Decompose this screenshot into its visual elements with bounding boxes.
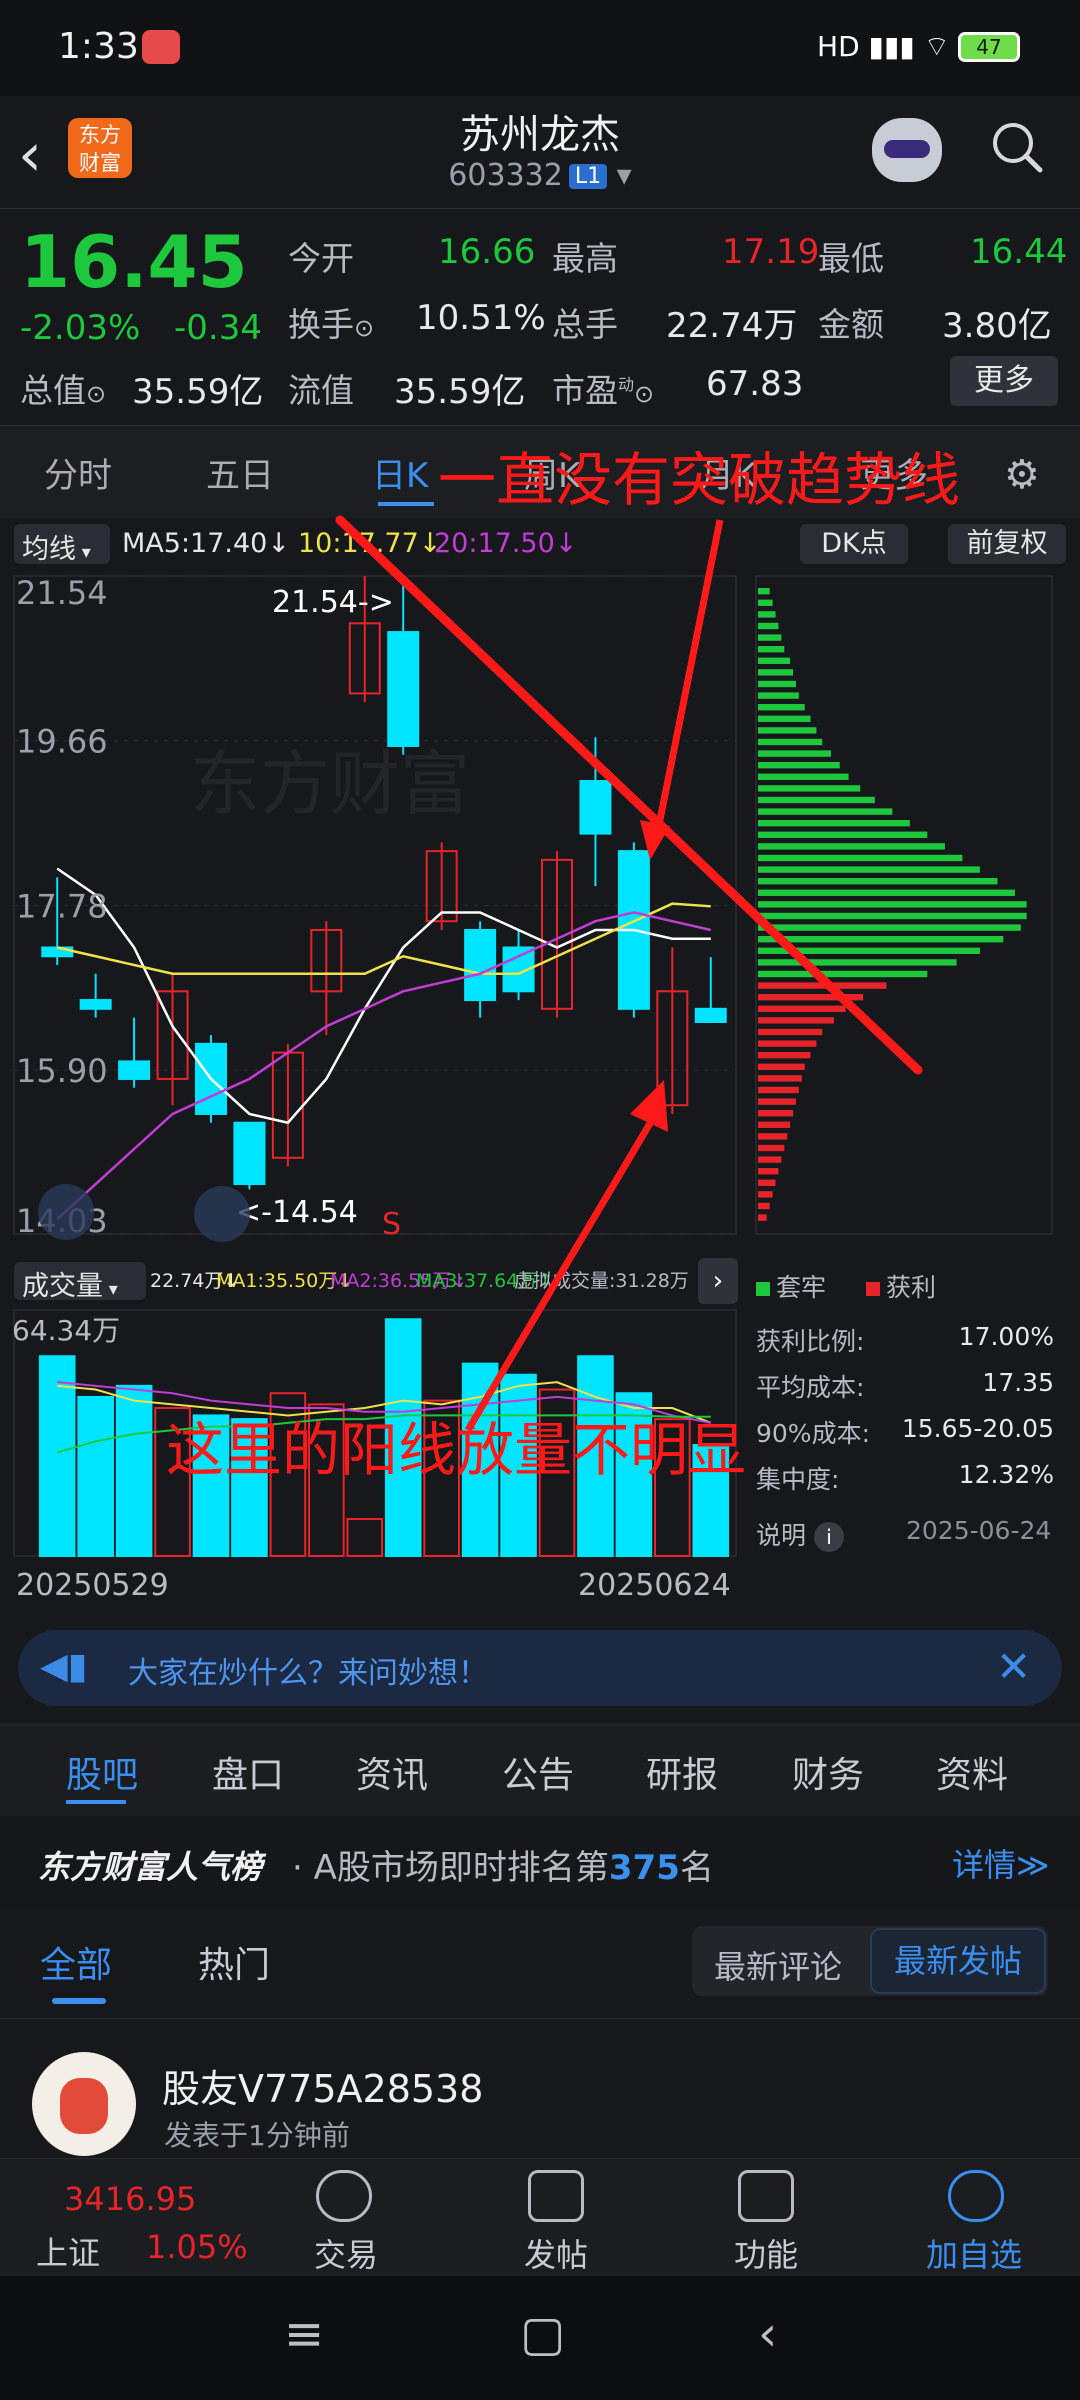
turnover-label-text: 换手 xyxy=(288,305,354,344)
level-badge: L1 xyxy=(568,164,608,189)
date-start: 20250529 xyxy=(16,1568,169,1603)
arrow-top-shaft xyxy=(652,519,724,841)
tab-all[interactable]: 全部 xyxy=(40,1936,112,1988)
more-button[interactable]: 更多 xyxy=(950,356,1058,406)
annotation-top-text: 一直没有突破趋势线 xyxy=(438,446,960,514)
rank-number: 375 xyxy=(608,1848,680,1888)
search-icon[interactable] xyxy=(990,120,1044,174)
signal-hd-label: HD xyxy=(817,30,860,63)
home-icon[interactable]: ▢ xyxy=(520,2306,565,2362)
turnover-label[interactable]: 换手⊙ xyxy=(288,298,374,346)
pe-label[interactable]: 市盈动⊙ xyxy=(552,364,654,412)
sort-latest-post[interactable]: 最新发帖 xyxy=(870,1928,1046,1994)
last-price: 16.45 xyxy=(20,220,248,304)
banner-text[interactable]: 大家在炒什么？来问妙想！ xyxy=(128,1648,488,1692)
change-percent: -2.03% xyxy=(20,308,141,348)
trade-icon[interactable] xyxy=(316,2170,372,2222)
rank-suffix: 名 xyxy=(679,1848,714,1888)
tab-research[interactable]: 研报 xyxy=(646,1746,718,1798)
market-cap-value: 35.59亿 xyxy=(132,372,264,412)
stock-code: 603332 xyxy=(448,158,563,193)
nav-functions[interactable]: 功能 xyxy=(734,2230,798,2276)
tab-profile[interactable]: 资料 xyxy=(936,1746,1008,1798)
pe-dynamic-mark: 动 xyxy=(618,375,635,394)
turnover-value: 10.51% xyxy=(416,298,546,338)
avatar[interactable] xyxy=(32,2052,136,2156)
tab-finance[interactable]: 财务 xyxy=(792,1746,864,1798)
battery-icon: 47 xyxy=(958,32,1020,62)
arrow-bottom-shaft xyxy=(464,1118,656,1432)
arrow-top-head xyxy=(640,820,670,860)
open-value: 16.66 xyxy=(438,232,536,272)
annotation-overlay: 一直没有突破趋势线 这里的阳线放量不明显 xyxy=(166,446,960,1484)
nav-post[interactable]: 发帖 xyxy=(524,2230,588,2276)
info-icon: ⊙ xyxy=(86,380,107,408)
signal-wifi-icon: HD ▮▮▮ ⌔ xyxy=(817,30,950,63)
market-cap-label-text: 总值 xyxy=(20,371,86,410)
tab-underline xyxy=(52,1998,106,2004)
assistant-robot-icon[interactable] xyxy=(872,118,942,182)
annotation-bottom-text: 这里的阳线放量不明显 xyxy=(166,1416,746,1484)
close-icon[interactable]: ✕ xyxy=(996,1642,1031,1691)
index-name[interactable]: 上证 xyxy=(36,2228,100,2274)
back-nav-icon[interactable]: ‹ xyxy=(758,2306,777,2362)
pe-value: 67.83 xyxy=(706,364,804,404)
popularity-title: 东方财富人气榜 xyxy=(38,1848,263,1886)
volume-value: 22.74万 xyxy=(666,306,798,346)
tab-guba[interactable]: 股吧 xyxy=(66,1746,138,1798)
info-icon: ⊙ xyxy=(634,380,655,408)
megaphone-icon: ◀▮ xyxy=(40,1646,88,1687)
tab-news[interactable]: 资讯 xyxy=(356,1746,428,1798)
amount-label: 金额 xyxy=(818,305,884,344)
status-time: 1:33 xyxy=(58,26,139,67)
rank-prefix: · A股市场即时排名第 xyxy=(292,1848,609,1888)
notification-icon xyxy=(142,30,180,64)
trendline-annotation xyxy=(335,515,923,1075)
info-icon: ⊙ xyxy=(354,314,375,342)
pe-label-text: 市盈 xyxy=(552,371,618,410)
nav-add-watchlist[interactable]: 加自选 xyxy=(926,2230,1022,2276)
high-value: 17.19 xyxy=(722,232,820,272)
amount-value: 3.80亿 xyxy=(942,306,1052,346)
grid-icon[interactable] xyxy=(738,2170,794,2222)
tab-order-book[interactable]: 盘口 xyxy=(212,1746,284,1798)
sort-latest-comment[interactable]: 最新评论 xyxy=(714,1942,842,1988)
high-label: 最高 xyxy=(552,239,618,278)
popularity-rank-text: · A股市场即时排名第375名 xyxy=(292,1840,714,1889)
post-username[interactable]: 股友V775A28538 xyxy=(162,2058,483,2113)
add-circle-icon[interactable] xyxy=(948,2170,1004,2222)
volume-label: 总手 xyxy=(552,305,618,344)
tab-underline xyxy=(66,1800,126,1804)
float-cap-value: 35.59亿 xyxy=(394,372,526,412)
tab-hot[interactable]: 热门 xyxy=(198,1936,270,1988)
change-value: -0.34 xyxy=(174,308,262,348)
menu-icon[interactable]: ≡ xyxy=(284,2306,324,2362)
low-value: 16.44 xyxy=(970,232,1068,272)
post-time: 发表于1分钟前 xyxy=(164,2119,350,2152)
index-change[interactable]: 1.05% xyxy=(146,2228,248,2266)
market-cap-label[interactable]: 总值⊙ xyxy=(20,364,106,412)
low-label: 最低 xyxy=(818,239,884,278)
details-link[interactable]: 详情≫ xyxy=(952,1840,1050,1886)
index-value[interactable]: 3416.95 xyxy=(64,2180,196,2218)
edit-icon[interactable] xyxy=(528,2170,584,2222)
float-cap-label: 流值 xyxy=(288,371,354,410)
nav-trade[interactable]: 交易 xyxy=(314,2230,378,2276)
chevron-down-icon: ▾ xyxy=(616,158,632,193)
tab-announcements[interactable]: 公告 xyxy=(502,1746,574,1798)
date-end: 20250624 xyxy=(578,1568,731,1603)
open-label: 今开 xyxy=(288,239,354,278)
